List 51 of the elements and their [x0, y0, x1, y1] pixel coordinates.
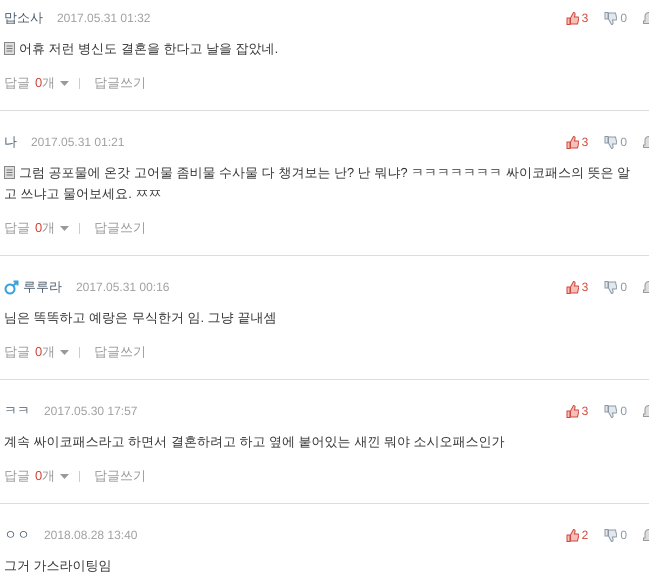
comment-date: 2018.08.28 13:40: [44, 528, 138, 542]
comment-text: 님은 똑똑하고 예랑은 무식한거 임. 그냥 끝내셈: [4, 309, 278, 327]
thumbs-up-icon[interactable]: [566, 12, 579, 24]
caret-down-icon[interactable]: [60, 226, 70, 230]
dislike-count: 0: [620, 528, 627, 542]
write-reply-link[interactable]: 답글쓰기: [94, 467, 146, 485]
write-reply-link[interactable]: 답글쓰기: [94, 343, 146, 361]
caret-down-icon[interactable]: [60, 350, 70, 354]
comment-author[interactable]: 맙소사: [4, 9, 43, 27]
dislike-count: 0: [620, 404, 627, 418]
dislike-count: 0: [620, 135, 627, 149]
reply-count[interactable]: 0개: [35, 219, 56, 237]
comment-text: 계속 싸이코패스라고 하면서 결혼하려고 하고 옆에 붙어있는 새낀 뭐야 소시오패스인가: [4, 433, 506, 451]
thumbs-down-icon[interactable]: [604, 136, 618, 148]
comment-text: 어휴 저런 병신도 결혼을 한다고 날을 잡았네.: [4, 38, 649, 59]
reply-count[interactable]: 0개: [35, 467, 56, 485]
thumbs-down-icon[interactable]: [604, 12, 618, 24]
like-count: 3: [582, 280, 588, 294]
caret-down-icon[interactable]: [60, 80, 70, 86]
dislike-count: 0: [620, 11, 627, 25]
comment-date: 2017.05.30 17:57: [44, 404, 138, 418]
comment-author[interactable]: 나: [4, 133, 17, 151]
thumbs-up-icon[interactable]: [566, 528, 579, 542]
thumbs-up-icon[interactable]: [566, 280, 579, 294]
write-reply-link[interactable]: 답글쓰기: [94, 74, 146, 92]
reply-label[interactable]: 답글: [4, 343, 30, 361]
comment-author[interactable]: ㅋㅋ: [4, 402, 30, 420]
thumbs-down-icon[interactable]: [604, 280, 618, 294]
comment-date: 2017.05.31 01:32: [57, 11, 150, 25]
reply-label[interactable]: 답글: [4, 74, 30, 92]
reply-count[interactable]: 0개: [35, 74, 56, 92]
like-count: 3: [582, 404, 588, 418]
comment-author[interactable]: ㅇㅇ: [4, 526, 30, 544]
comment-text: 그거 가스라이팅임: [4, 557, 113, 572]
comment-text: 그럼 공포물에 온갓 고어물 좀비물 수사물 다 챙겨보는 난? 난 뭐냐? ㅋㅋㅋㅋㅋㅋㅋ 싸이코패스의 뜻은 알고 쓰냐고 물어보세요. ㅉㅉ: [4, 164, 632, 203]
comment-author[interactable]: 루루라: [23, 278, 62, 296]
reply-count[interactable]: 0개: [35, 343, 56, 361]
like-count: 2: [582, 528, 588, 542]
write-reply-link[interactable]: 답글쓰기: [94, 219, 146, 237]
comment-date: 2017.05.31 00:16: [76, 280, 170, 294]
reply-label[interactable]: 답글: [4, 219, 30, 237]
thumbs-up-icon[interactable]: [566, 404, 579, 418]
reply-label[interactable]: 답글: [4, 467, 30, 485]
dislike-count: 0: [620, 280, 627, 294]
thumbs-up-icon[interactable]: [566, 136, 579, 148]
comment-date: 2017.05.31 01:21: [31, 135, 124, 149]
like-count: 3: [582, 11, 588, 25]
caret-down-icon[interactable]: [60, 474, 70, 478]
like-count: 3: [582, 135, 588, 149]
thumbs-down-icon[interactable]: [604, 404, 618, 418]
thumbs-down-icon[interactable]: [604, 528, 618, 542]
